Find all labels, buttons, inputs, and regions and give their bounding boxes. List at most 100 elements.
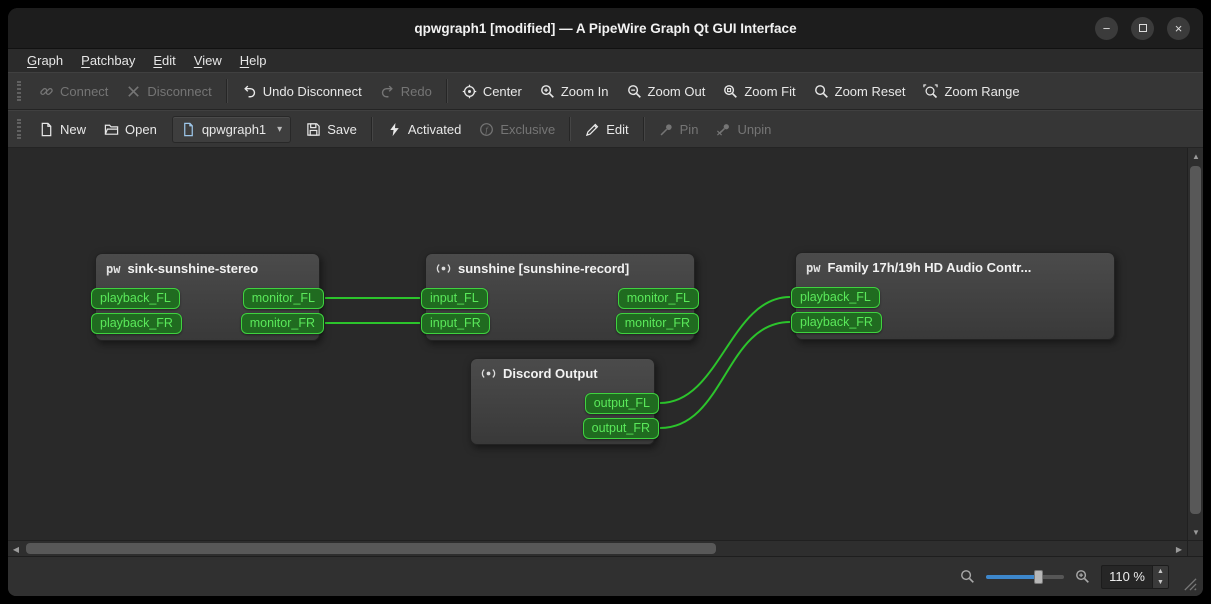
zoom-fit-button[interactable]: Zoom Fit [714, 76, 804, 106]
save-icon [306, 122, 321, 137]
horizontal-scrollbar-thumb[interactable] [26, 543, 716, 554]
node-header: Discord Output [471, 359, 654, 381]
window-controls: − × [1095, 8, 1190, 48]
spin-up-icon[interactable]: ▲ [1153, 565, 1168, 577]
statusbar: 110 % ▲ ▼ [8, 556, 1203, 596]
horizontal-scrollbar[interactable]: ◀ ▶ [8, 540, 1187, 556]
center-icon [462, 84, 477, 99]
zoom-slider-handle[interactable] [1034, 569, 1044, 584]
activated-button[interactable]: Activated [378, 114, 470, 144]
pin-icon [659, 122, 674, 137]
node-header: sunshine [sunshine-record] [426, 254, 694, 276]
minimize-icon: − [1102, 20, 1111, 36]
node-sunshine-record[interactable]: sunshine [sunshine-record] input_FL inpu… [421, 253, 699, 341]
pin-button[interactable]: Pin [650, 114, 708, 144]
port-playback-fr[interactable]: playback_FR [91, 313, 182, 334]
new-file-icon [39, 122, 54, 137]
resize-grip[interactable] [1182, 576, 1197, 591]
toolbar-main: Connect Disconnect Undo Disconnect Redo … [8, 72, 1203, 110]
undo-icon [242, 84, 257, 99]
port-output-fl[interactable]: output_FL [584, 393, 659, 414]
toolbar-patchbay: New Open qpwgraph1 ▾ Save Activated Excl… [8, 110, 1203, 148]
spin-down-icon[interactable]: ▼ [1153, 576, 1168, 588]
connections-layer [324, 296, 791, 429]
exclusive-button[interactable]: Exclusive [470, 114, 564, 144]
f-circle-icon [479, 122, 494, 137]
node-family-hd-audio[interactable]: pw Family 17h/19h HD Audio Contr... play… [791, 252, 1115, 340]
pencil-icon [585, 122, 600, 137]
disconnect-button[interactable]: Disconnect [117, 76, 220, 106]
app-window: qpwgraph1 [modified] — A PipeWire Graph … [8, 8, 1203, 596]
titlebar[interactable]: qpwgraph1 [modified] — A PipeWire Graph … [8, 8, 1203, 48]
zoom-reset-button[interactable]: Zoom Reset [805, 76, 915, 106]
zoom-out-button[interactable]: Zoom Out [618, 76, 715, 106]
zoom-spin-arrows: ▲ ▼ [1152, 565, 1168, 588]
node-title: sunshine [sunshine-record] [458, 261, 630, 276]
port-monitor-fr[interactable]: monitor_FR [240, 313, 324, 334]
node-header: pw sink-sunshine-stereo [96, 254, 319, 276]
scroll-up-icon[interactable]: ▲ [1188, 148, 1203, 164]
scroll-right-icon[interactable]: ▶ [1171, 541, 1187, 556]
port-playback-fl[interactable]: playback_FL [91, 288, 180, 309]
graph-canvas[interactable]: pw sink-sunshine-stereo playback_FL play… [8, 148, 1203, 556]
window-title: qpwgraph1 [modified] — A PipeWire Graph … [414, 20, 797, 36]
redo-icon [380, 84, 395, 99]
toolbar-grip[interactable] [17, 81, 21, 101]
menu-view[interactable]: View [185, 49, 231, 72]
maximize-button[interactable] [1131, 16, 1154, 40]
center-button[interactable]: Center [453, 76, 531, 106]
menu-help[interactable]: Help [231, 49, 276, 72]
menu-graph[interactable]: Graph [18, 49, 72, 72]
node-discord-output[interactable]: Discord Output output_FL output_FR [470, 358, 659, 445]
zoom-spinbox[interactable]: 110 % ▲ ▼ [1101, 564, 1169, 589]
vertical-scrollbar-thumb[interactable] [1190, 166, 1201, 514]
toolbar-separator [642, 117, 645, 141]
pipewire-icon: pw [806, 260, 821, 275]
record-icon [481, 366, 496, 381]
maximize-icon [1138, 24, 1147, 32]
node-sink-sunshine-stereo[interactable]: pw sink-sunshine-stereo playback_FL play… [91, 253, 324, 341]
menu-patchbay[interactable]: Patchbay [72, 49, 144, 72]
unpin-icon [716, 122, 731, 137]
vertical-scrollbar[interactable]: ▲ ▼ [1187, 148, 1203, 540]
redo-button[interactable]: Redo [371, 76, 441, 106]
open-button[interactable]: Open [95, 114, 166, 144]
zoom-range-button[interactable]: Zoom Range [914, 76, 1028, 106]
port-input-fl[interactable]: input_FL [421, 288, 488, 309]
file-icon [181, 122, 196, 137]
menubar: Graph Patchbay Edit View Help [8, 48, 1203, 72]
port-monitor-fr[interactable]: monitor_FR [615, 313, 699, 334]
patchbay-profile-value: qpwgraph1 [201, 121, 267, 137]
magnifier-fit-icon [723, 84, 738, 99]
open-folder-icon [104, 122, 119, 137]
zoom-in-button[interactable]: Zoom In [531, 76, 618, 106]
save-button[interactable]: Save [297, 114, 366, 144]
magnifier-plus-icon [540, 84, 555, 99]
node-title: Family 17h/19h HD Audio Contr... [827, 260, 1032, 275]
new-button[interactable]: New [30, 114, 95, 144]
port-playback-fl[interactable]: playback_FL [791, 287, 880, 308]
port-output-fr[interactable]: output_FR [582, 418, 659, 439]
port-monitor-fl[interactable]: monitor_FL [617, 288, 699, 309]
zoom-slider[interactable] [986, 569, 1065, 585]
minimize-button[interactable]: − [1095, 16, 1118, 40]
toolbar-grip[interactable] [17, 119, 21, 139]
unpin-button[interactable]: Unpin [707, 114, 780, 144]
close-button[interactable]: × [1167, 16, 1190, 40]
link-icon [39, 84, 54, 99]
port-monitor-fl[interactable]: monitor_FL [242, 288, 324, 309]
x-icon [126, 84, 141, 99]
zoom-value[interactable]: 110 % [1102, 566, 1152, 588]
port-input-fr[interactable]: input_FR [421, 313, 490, 334]
scroll-down-icon[interactable]: ▼ [1188, 524, 1203, 540]
chevron-down-icon: ▾ [277, 123, 283, 135]
patchbay-profile-combo[interactable]: qpwgraph1 ▾ [171, 115, 292, 143]
connect-button[interactable]: Connect [30, 76, 117, 106]
record-icon [436, 261, 451, 276]
edit-button[interactable]: Edit [576, 114, 637, 144]
port-playback-fr[interactable]: playback_FR [791, 312, 882, 333]
menu-edit[interactable]: Edit [144, 49, 184, 72]
undo-disconnect-button[interactable]: Undo Disconnect [233, 76, 371, 106]
magnifier-range-icon [923, 84, 938, 99]
scroll-left-icon[interactable]: ◀ [8, 541, 24, 556]
